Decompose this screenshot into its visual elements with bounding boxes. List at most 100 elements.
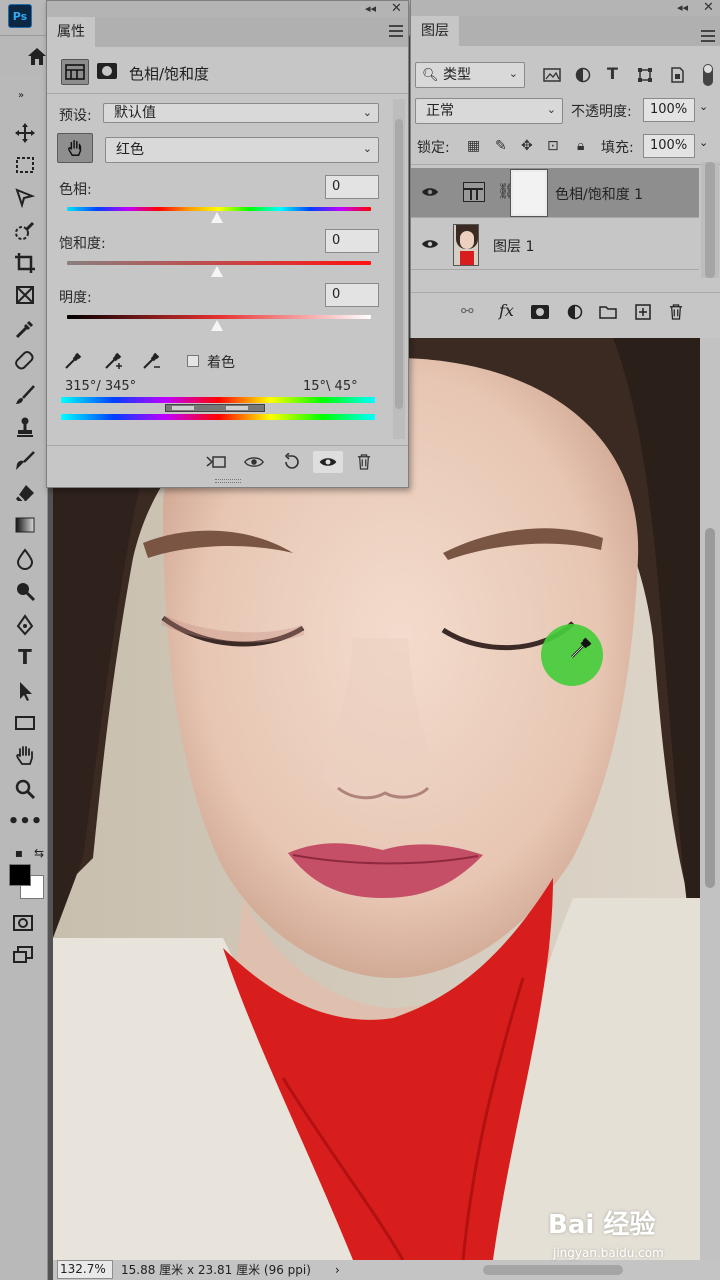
rectangle-tool-icon[interactable]: [12, 710, 38, 736]
dodge-tool-icon[interactable]: [12, 578, 38, 604]
filter-smart-object-icon[interactable]: [669, 67, 685, 83]
filter-type-icon[interactable]: T: [607, 64, 618, 83]
panel-scrollbar[interactable]: [393, 99, 405, 439]
lock-artboard-icon[interactable]: ⊡: [547, 138, 559, 154]
subtract-from-sample-eyedropper-icon[interactable]: [141, 349, 163, 371]
lock-all-icon[interactable]: 🔒︎: [577, 138, 584, 154]
history-brush-tool-icon[interactable]: [12, 448, 38, 474]
view-previous-state-icon[interactable]: [241, 451, 267, 473]
tab-properties[interactable]: 属性: [47, 17, 95, 47]
screen-mode-icon[interactable]: [10, 942, 36, 968]
hue-slider-thumb[interactable]: [211, 212, 223, 223]
layer-style-fx-icon[interactable]: fx: [499, 301, 514, 320]
crop-tool-icon[interactable]: [12, 250, 38, 276]
link-layers-icon[interactable]: ⚯: [461, 302, 474, 320]
canvas-horizontal-scroll-thumb[interactable]: [483, 1265, 623, 1275]
delete-adjustment-icon[interactable]: [351, 451, 377, 473]
lightness-slider-thumb[interactable]: [211, 320, 223, 331]
lightness-value-field[interactable]: 0: [325, 283, 379, 307]
healing-brush-tool-icon[interactable]: [12, 348, 38, 374]
lock-position-icon[interactable]: ✥: [521, 138, 533, 154]
clone-stamp-tool-icon[interactable]: [12, 414, 38, 440]
visibility-eye-icon[interactable]: [421, 238, 439, 250]
preset-dropdown[interactable]: 默认值 ⌄: [103, 103, 379, 123]
layer-row-image[interactable]: 图层 1: [411, 220, 699, 270]
tab-layers[interactable]: 图层: [411, 16, 459, 46]
opacity-dropdown-chevron-icon[interactable]: ⌄: [699, 100, 708, 113]
lasso-tool-icon[interactable]: [12, 184, 38, 210]
eyedropper-tool-icon[interactable]: [12, 316, 38, 342]
more-tools-icon[interactable]: •••: [8, 808, 43, 834]
lock-transparent-pixels-icon[interactable]: ▦: [467, 138, 480, 154]
delete-layer-icon[interactable]: [669, 304, 683, 320]
fill-field[interactable]: 100%: [643, 134, 695, 158]
foreground-color-swatch[interactable]: [9, 864, 31, 886]
layer-row-hue-saturation[interactable]: ⛓︎ 色相/饱和度 1: [411, 168, 699, 218]
quick-selection-tool-icon[interactable]: [12, 218, 38, 244]
marquee-tool-icon[interactable]: [12, 152, 38, 178]
new-group-folder-icon[interactable]: [599, 305, 617, 319]
layers-scrollbar[interactable]: [701, 162, 719, 278]
filter-adjustment-icon[interactable]: [575, 67, 591, 83]
new-adjustment-layer-icon[interactable]: [567, 304, 583, 320]
gradient-tool-icon[interactable]: [12, 512, 38, 538]
filter-toggle-switch[interactable]: [703, 64, 713, 86]
hand-tool-icon[interactable]: [12, 742, 38, 768]
scroll-thumb[interactable]: [705, 162, 715, 278]
colorize-checkbox[interactable]: [187, 355, 199, 367]
panel-menu-icon[interactable]: [701, 30, 715, 42]
eraser-tool-icon[interactable]: [12, 480, 38, 506]
saturation-value-field[interactable]: 0: [325, 229, 379, 253]
collapse-panel-icon[interactable]: ◂◂: [677, 1, 688, 14]
target-adjust-tool-button[interactable]: [57, 133, 93, 163]
frame-tool-icon[interactable]: [12, 282, 38, 308]
lock-image-pixels-icon[interactable]: ✎: [495, 138, 507, 154]
filter-pixel-icon[interactable]: [543, 68, 561, 82]
add-to-sample-eyedropper-icon[interactable]: [103, 349, 125, 371]
close-panel-icon[interactable]: ✕: [703, 0, 714, 15]
filter-shape-icon[interactable]: [637, 67, 653, 83]
hue-value-field[interactable]: 0: [325, 175, 379, 199]
blur-tool-icon[interactable]: [12, 546, 38, 572]
collapse-panel-icon[interactable]: ◂◂: [365, 2, 376, 15]
panel-menu-icon[interactable]: [389, 25, 403, 37]
panel-title-bar[interactable]: [411, 0, 720, 16]
zoom-tool-icon[interactable]: [12, 776, 38, 802]
hue-saturation-adjustment-icon[interactable]: [61, 59, 89, 85]
color-range-slider[interactable]: [165, 404, 265, 412]
scroll-thumb[interactable]: [705, 528, 715, 888]
hue-slider-track[interactable]: [67, 207, 371, 211]
new-layer-icon[interactable]: [635, 304, 651, 320]
fill-dropdown-chevron-icon[interactable]: ⌄: [699, 136, 708, 149]
pen-tool-icon[interactable]: [12, 612, 38, 638]
reset-adjustment-icon[interactable]: [279, 451, 305, 473]
saturation-slider-thumb[interactable]: [211, 266, 223, 277]
type-tool-icon[interactable]: T: [12, 644, 38, 670]
close-panel-icon[interactable]: ✕: [391, 1, 402, 16]
home-icon[interactable]: [26, 46, 48, 68]
lightness-slider-track[interactable]: [67, 315, 371, 319]
saturation-slider-track[interactable]: [67, 261, 371, 265]
clip-to-layer-icon[interactable]: [203, 451, 229, 473]
eyedropper-icon[interactable]: [63, 349, 85, 371]
layer-mask-icon[interactable]: [97, 63, 117, 79]
brush-tool-icon[interactable]: [12, 382, 38, 408]
add-mask-icon[interactable]: [531, 305, 549, 319]
canvas-vertical-scrollbar[interactable]: [700, 338, 720, 1260]
panel-resize-grip[interactable]: [215, 479, 241, 483]
toggle-visibility-icon[interactable]: [313, 451, 343, 473]
filter-kind-dropdown[interactable]: 🔍︎ 类型 ⌄: [415, 62, 525, 88]
panel-title-bar[interactable]: [47, 1, 408, 17]
opacity-field[interactable]: 100%: [643, 98, 695, 122]
swap-colors-icon[interactable]: ⇆: [26, 840, 52, 866]
path-selection-tool-icon[interactable]: [12, 678, 38, 704]
layer-mask-thumbnail[interactable]: [510, 169, 548, 217]
toolbar-expand-icon[interactable]: »: [8, 82, 34, 108]
status-menu-arrow-icon[interactable]: ›: [335, 1260, 340, 1280]
move-tool-icon[interactable]: [12, 120, 38, 146]
zoom-level-field[interactable]: 132.7%: [57, 1260, 113, 1279]
visibility-eye-icon[interactable]: [421, 186, 439, 198]
quick-mask-icon[interactable]: [10, 910, 36, 936]
blend-mode-dropdown[interactable]: 正常 ⌄: [415, 98, 563, 124]
channel-dropdown[interactable]: 红色 ⌄: [105, 137, 379, 163]
